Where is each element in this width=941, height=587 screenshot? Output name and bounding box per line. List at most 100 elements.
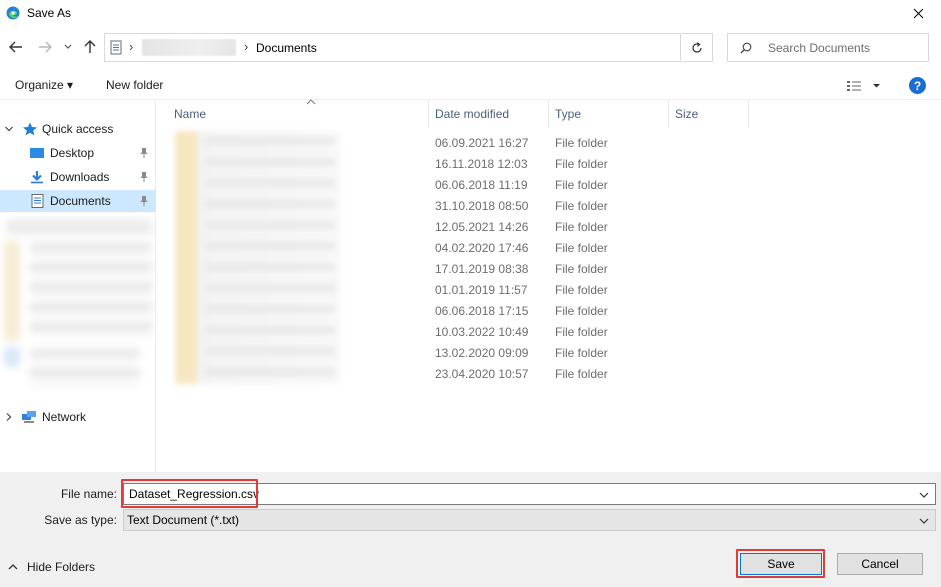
command-toolbar: Organize ▾ New folder ? xyxy=(0,70,941,100)
date-modified-cell: 04.02.2020 17:46 xyxy=(435,241,529,255)
date-modified-cell: 12.05.2021 14:26 xyxy=(435,220,529,234)
file-list: Name Date modified Type Size 06.09.2021 … xyxy=(157,99,941,472)
star-icon xyxy=(23,122,37,136)
type-cell: File folder xyxy=(555,136,608,150)
file-name-label: File name: xyxy=(60,487,117,501)
back-button[interactable] xyxy=(9,40,23,54)
highlight-box xyxy=(736,549,825,578)
table-row[interactable]: 23.04.2020 10:57 File folder xyxy=(157,363,941,384)
type-cell: File folder xyxy=(555,220,608,234)
search-icon xyxy=(740,42,752,54)
sidebar-item-downloads[interactable]: Downloads xyxy=(0,166,156,188)
column-header-date-modified[interactable]: Date modified xyxy=(429,101,549,127)
chevron-down-icon[interactable] xyxy=(919,516,929,526)
date-modified-cell: 06.06.2018 17:15 xyxy=(435,304,529,318)
table-row[interactable]: 31.10.2018 08:50 File folder xyxy=(157,195,941,216)
breadcrumb-separator: › xyxy=(244,39,249,54)
view-details-icon xyxy=(847,81,880,91)
date-modified-cell: 31.10.2018 08:50 xyxy=(435,199,529,213)
type-cell: File folder xyxy=(555,241,608,255)
arrow-right-icon xyxy=(39,41,52,53)
sidebar-label: Desktop xyxy=(50,146,95,160)
chevron-down-icon xyxy=(64,44,72,49)
chevron-down-icon[interactable] xyxy=(919,490,929,500)
pin-icon[interactable] xyxy=(139,171,149,183)
date-modified-cell: 16.11.2018 12:03 xyxy=(435,157,528,171)
date-modified-cell: 23.04.2020 10:57 xyxy=(435,367,529,381)
date-modified-cell: 17.01.2019 08:38 xyxy=(435,262,529,276)
table-row[interactable]: 10.03.2022 10:49 File folder xyxy=(157,321,941,342)
save-options-panel: File name: Dataset_Regression.csv Save a… xyxy=(0,472,941,587)
downloads-icon xyxy=(31,171,43,184)
table-row[interactable]: 12.05.2021 14:26 File folder xyxy=(157,216,941,237)
breadcrumb-current[interactable]: Documents xyxy=(256,41,317,55)
table-row[interactable]: 01.01.2019 11:57 File folder xyxy=(157,279,941,300)
date-modified-cell: 10.03.2022 10:49 xyxy=(435,325,529,339)
chevron-down-icon[interactable] xyxy=(4,124,14,134)
refresh-button[interactable] xyxy=(682,33,713,62)
table-row[interactable]: 16.11.2018 12:03 File folder xyxy=(157,153,941,174)
type-cell: File folder xyxy=(555,346,608,360)
search-placeholder: Search Documents xyxy=(768,41,871,55)
type-cell: File folder xyxy=(555,157,608,171)
pin-icon[interactable] xyxy=(139,147,149,159)
column-header-type[interactable]: Type xyxy=(549,101,669,127)
sidebar-label: Quick access xyxy=(42,122,114,136)
change-view-button[interactable] xyxy=(846,79,884,93)
table-row[interactable]: 06.09.2021 16:27 File folder xyxy=(157,132,941,153)
location-icon xyxy=(110,40,122,55)
save-as-type-select[interactable]: Text Document (*.txt) xyxy=(123,509,936,531)
navigation-bar: › › Documents Search Documents xyxy=(0,33,941,63)
breadcrumb-separator: › xyxy=(129,39,134,54)
chevron-right-icon[interactable] xyxy=(4,412,14,422)
search-input[interactable]: Search Documents xyxy=(727,33,929,62)
type-cell: File folder xyxy=(555,304,608,318)
sidebar-label: Downloads xyxy=(50,170,110,184)
network-icon xyxy=(22,411,36,423)
sidebar-label: Documents xyxy=(50,194,111,208)
date-modified-cell: 13.02.2020 09:09 xyxy=(435,346,529,360)
table-row[interactable]: 06.06.2018 17:15 File folder xyxy=(157,300,941,321)
recent-locations-button[interactable] xyxy=(63,40,73,54)
new-folder-button[interactable]: New folder xyxy=(106,78,163,92)
type-cell: File folder xyxy=(555,178,608,192)
type-cell: File folder xyxy=(555,283,608,297)
date-modified-cell: 01.01.2019 11:57 xyxy=(435,283,528,297)
documents-icon xyxy=(31,194,44,208)
highlight-box xyxy=(121,479,258,508)
table-row[interactable]: 04.02.2020 17:46 File folder xyxy=(157,237,941,258)
edge-browser-icon xyxy=(6,6,20,20)
table-row[interactable]: 17.01.2019 08:38 File folder xyxy=(157,258,941,279)
type-cell: File folder xyxy=(555,367,608,381)
address-bar[interactable]: › › Documents xyxy=(104,33,770,62)
title-bar: Save As xyxy=(0,0,941,27)
type-cell: File folder xyxy=(555,325,608,339)
table-row[interactable]: 06.06.2018 11:19 File folder xyxy=(157,174,941,195)
type-cell: File folder xyxy=(555,199,608,213)
sidebar-item-documents[interactable]: Documents xyxy=(0,190,156,212)
save-as-type-label: Save as type: xyxy=(44,513,117,527)
table-row[interactable]: 13.02.2020 09:09 File folder xyxy=(157,342,941,363)
close-icon xyxy=(913,8,923,19)
save-as-type-value: Text Document (*.txt) xyxy=(127,513,240,527)
sidebar-item-desktop[interactable]: Desktop xyxy=(0,142,156,164)
arrow-left-icon xyxy=(9,41,22,53)
hide-folders-label: Hide Folders xyxy=(27,560,96,574)
sidebar-item-network[interactable]: Network xyxy=(0,406,156,428)
forward-button[interactable] xyxy=(38,40,52,54)
date-modified-cell: 06.06.2018 11:19 xyxy=(435,178,528,192)
organize-button[interactable]: Organize ▾ xyxy=(15,78,73,92)
refresh-icon xyxy=(692,41,702,53)
close-button[interactable] xyxy=(895,0,941,27)
column-header-name[interactable]: Name xyxy=(168,99,429,127)
column-header-size[interactable]: Size xyxy=(669,101,749,127)
sort-ascending-icon xyxy=(306,99,316,105)
breadcrumb-redacted xyxy=(142,39,236,56)
window-title: Save As xyxy=(27,6,72,20)
sidebar-item-quick-access[interactable]: Quick access xyxy=(0,118,156,140)
date-modified-cell: 06.09.2021 16:27 xyxy=(435,136,529,150)
pin-icon[interactable] xyxy=(139,195,149,207)
up-button[interactable] xyxy=(83,40,97,54)
cancel-button[interactable]: Cancel xyxy=(837,553,923,575)
help-icon[interactable]: ? xyxy=(909,77,926,94)
